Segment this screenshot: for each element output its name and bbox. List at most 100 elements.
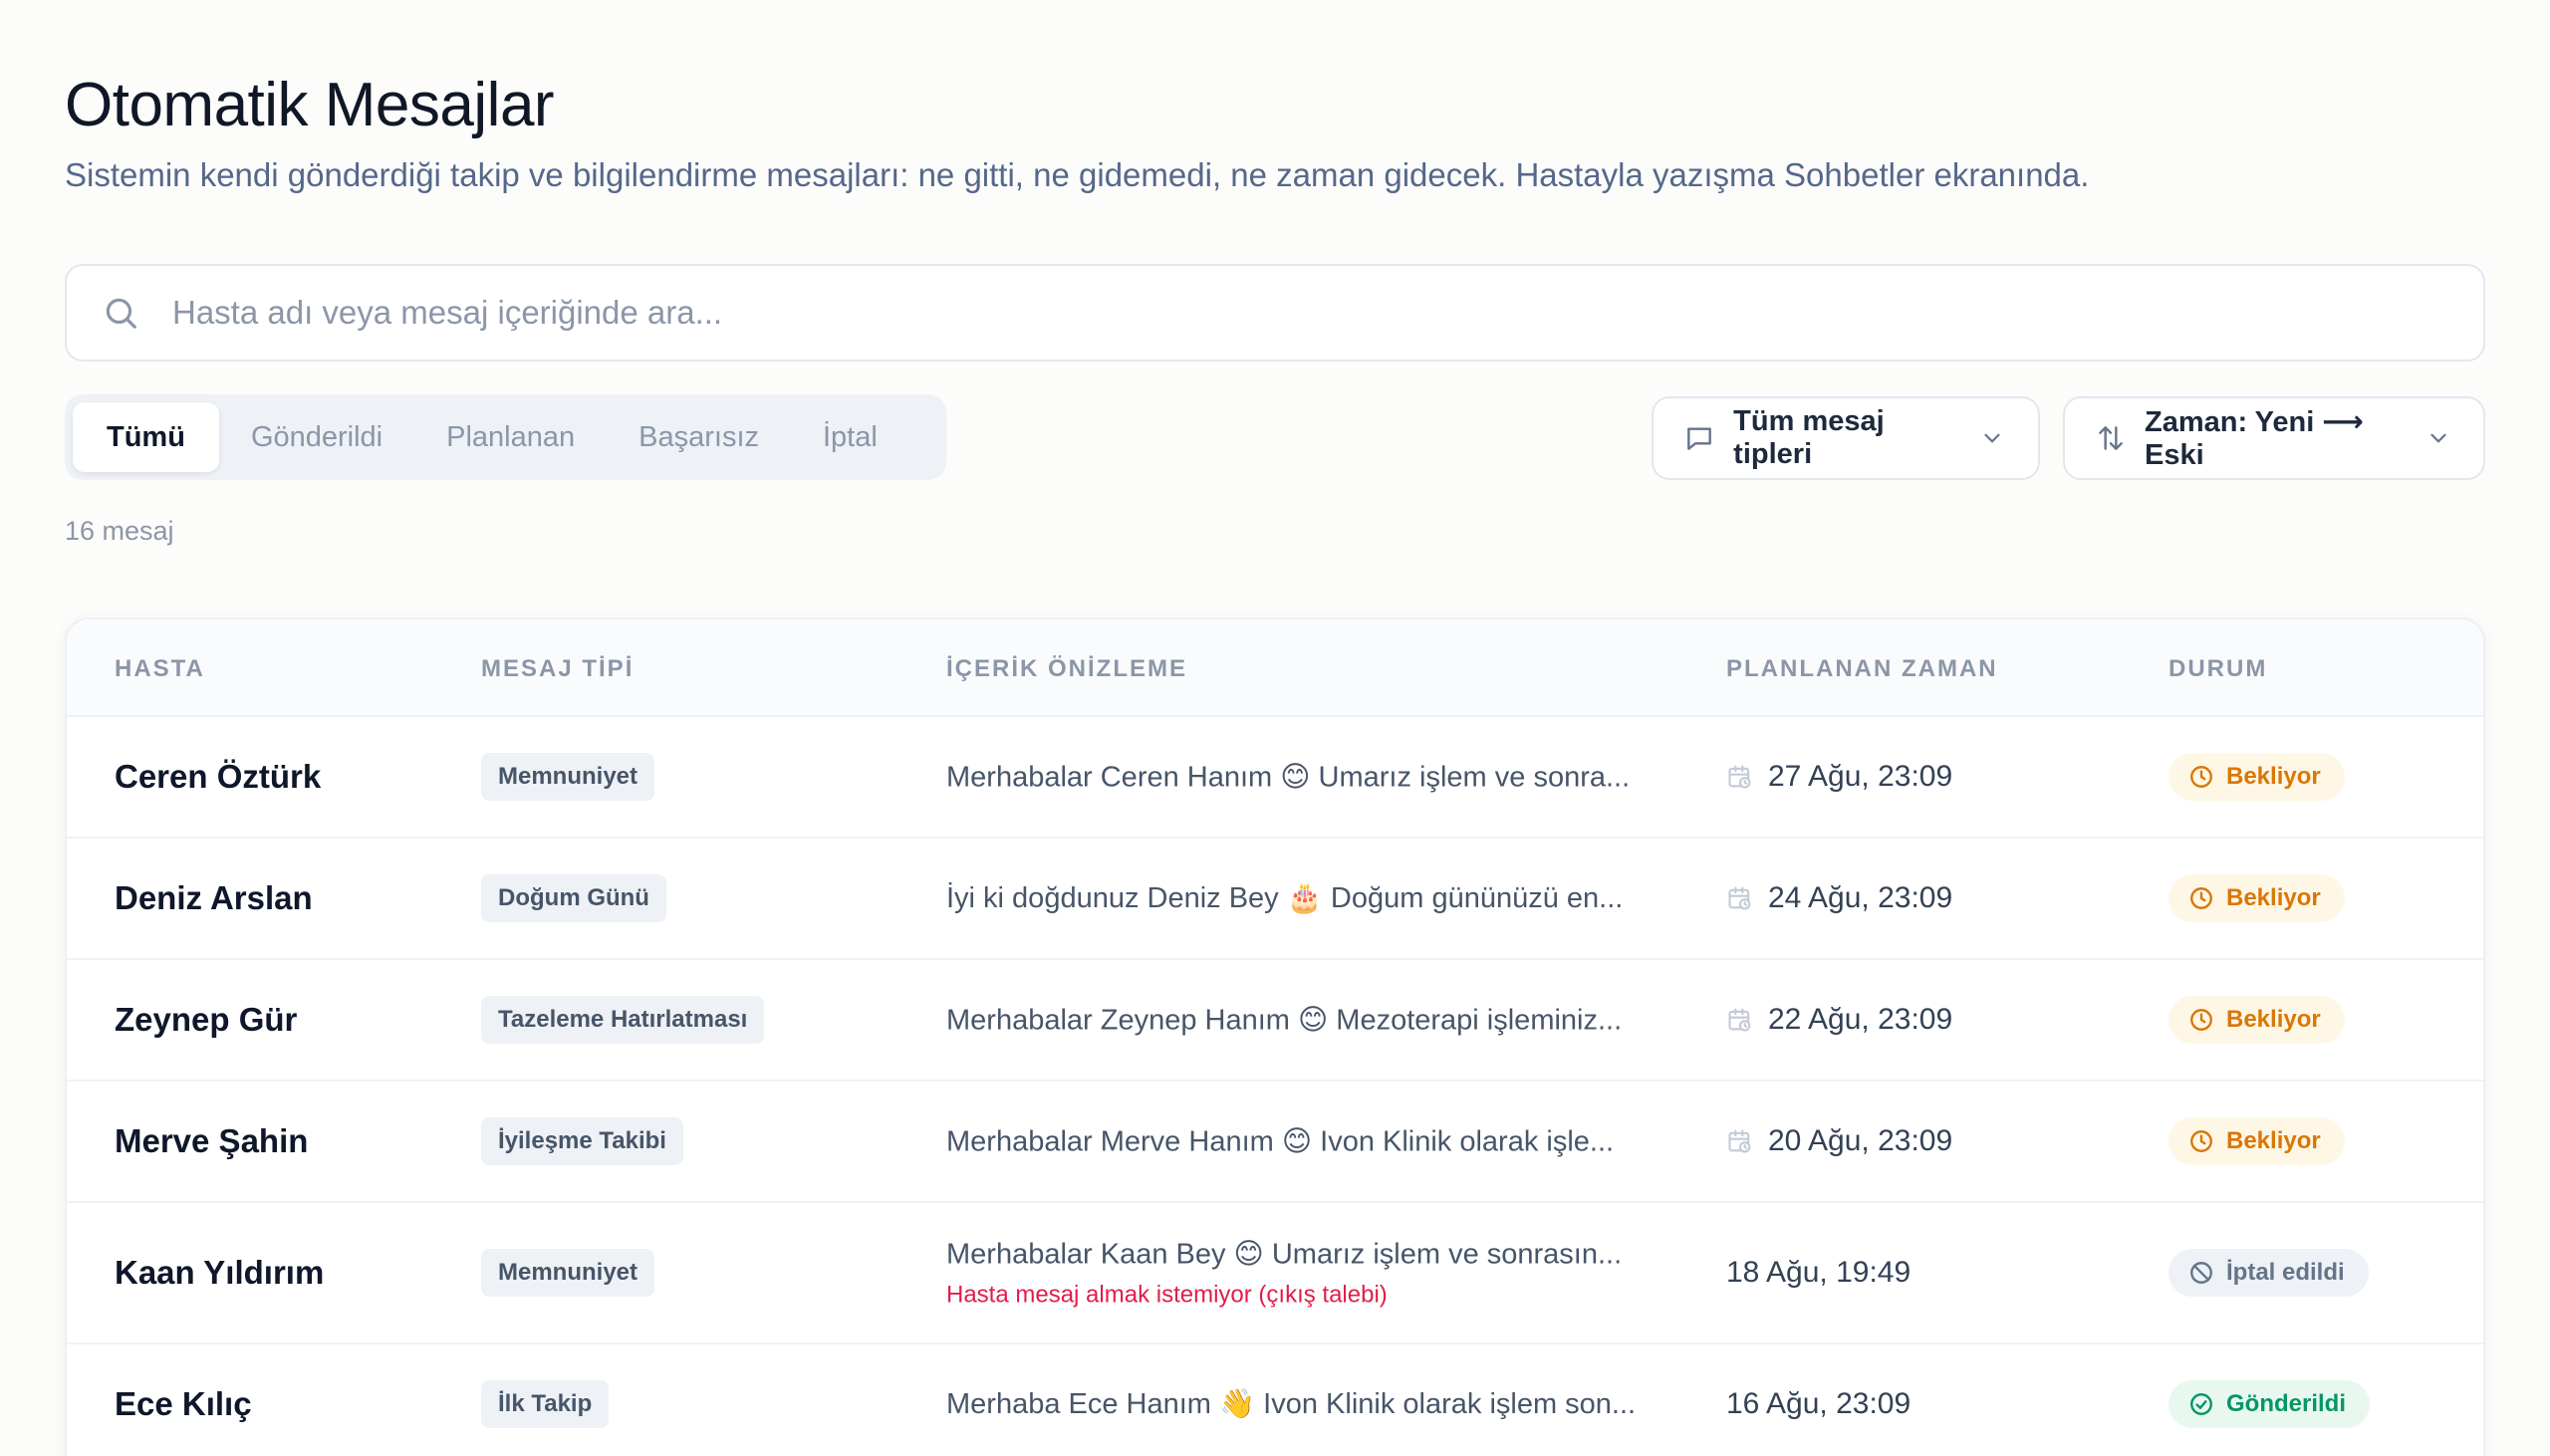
content-preview: Merhabalar Zeynep Hanım 😊 Mezoterapi işl…: [946, 1003, 1622, 1038]
planned-time-text: 24 Ağu, 23:09: [1768, 881, 1953, 914]
message-type: Memnuniyet: [481, 1249, 655, 1297]
table-row[interactable]: Ece Kılıç İlk Takip Merhaba Ece Hanım 👋 …: [67, 1344, 2483, 1456]
check-circle-icon: [2188, 1391, 2214, 1417]
message-type: İlk Takip: [481, 1380, 610, 1428]
status-label: Bekliyor: [2226, 1127, 2321, 1154]
status-cell: Bekliyor: [2168, 996, 2345, 1044]
planned-time-text: 27 Ağu, 23:09: [1768, 760, 1953, 793]
calendar-clock-icon: [1726, 1127, 1754, 1155]
calendar-clock-icon: [1726, 884, 1754, 912]
table-row[interactable]: Deniz Arslan Doğum Günü İyi ki doğdunuz …: [67, 839, 2483, 960]
planned-time-text: 16 Ağu, 23:09: [1726, 1387, 1912, 1420]
sort-dropdown[interactable]: Zaman: Yeni ⟶ Eski: [2063, 396, 2485, 480]
message-type-badge: Tazeleme Hatırlatması: [481, 996, 765, 1044]
header-status[interactable]: DURUM: [2168, 655, 2267, 683]
status-label: Bekliyor: [2226, 884, 2321, 911]
preview-text: Merhabalar Ceren Hanım 😊 Umarız işlem ve…: [946, 761, 1631, 794]
planned-time: 20 Ağu, 23:09: [1726, 1124, 1952, 1158]
planned-time: 16 Ağu, 23:09: [1726, 1387, 1911, 1421]
tab-cancelled[interactable]: İptal: [791, 402, 909, 472]
tab-planned[interactable]: Planlanan: [414, 402, 607, 472]
planned-time: 22 Ağu, 23:09: [1726, 1003, 1952, 1037]
status-cell: İptal edildi: [2168, 1249, 2369, 1297]
sort-arrows-icon: [2095, 421, 2127, 455]
clock-icon: [2188, 1007, 2214, 1033]
status-tabs: Tümü Gönderildi Planlanan Başarısız İpta…: [65, 394, 946, 480]
preview-text: Merhabalar Merve Hanım 😊 Ivon Klinik ola…: [946, 1125, 1615, 1158]
messages-table: HASTA MESAJ TİPİ İÇERİK ÖNİZLEME PLANLAN…: [65, 617, 2485, 1456]
tab-all[interactable]: Tümü: [73, 402, 219, 472]
tab-failed[interactable]: Başarısız: [607, 402, 791, 472]
status-cell: Bekliyor: [2168, 1117, 2345, 1165]
message-type-badge: Memnuniyet: [481, 1249, 655, 1297]
message-type-badge: Memnuniyet: [481, 753, 655, 801]
message-type-filter[interactable]: Tüm mesaj tipleri: [1652, 396, 2040, 480]
content-preview: Merhabalar Merve Hanım 😊 Ivon Klinik ola…: [946, 1124, 1614, 1159]
status-badge: Bekliyor: [2168, 996, 2345, 1044]
content-preview: Merhabalar Ceren Hanım 😊 Umarız işlem ve…: [946, 760, 1630, 795]
patient-name[interactable]: Deniz Arslan: [115, 879, 313, 917]
status-badge: İptal edildi: [2168, 1249, 2369, 1297]
header-planned-time[interactable]: PLANLANAN ZAMAN: [1726, 655, 1998, 683]
planned-time: 18 Ağu, 19:49: [1726, 1256, 1911, 1290]
message-square-icon: [1683, 421, 1715, 455]
sort-dropdown-label: Zaman: Yeni ⟶ Eski: [2145, 406, 2364, 471]
search-icon: [99, 291, 142, 335]
content-preview: Merhaba Ece Hanım 👋 Ivon Klinik olarak i…: [946, 1387, 1636, 1421]
status-badge: Bekliyor: [2168, 1117, 2345, 1165]
preview-text: Merhaba Ece Hanım 👋 Ivon Klinik olarak i…: [946, 1388, 1637, 1420]
preview-text: İyi ki doğdunuz Deniz Bey 🎂 Doğum gününü…: [946, 882, 1624, 914]
table-body: Ceren Öztürk Memnuniyet Merhabalar Ceren…: [67, 717, 2483, 1456]
status-label: Gönderildi: [2226, 1390, 2346, 1417]
preview-text: Merhabalar Zeynep Hanım 😊 Mezoterapi işl…: [946, 1004, 1623, 1037]
message-type: İyileşme Takibi: [481, 1117, 683, 1165]
patient-name[interactable]: Ece Kılıç: [115, 1385, 252, 1423]
message-type: Tazeleme Hatırlatması: [481, 996, 765, 1044]
status-cell: Gönderildi: [2168, 1380, 2370, 1428]
clock-icon: [2188, 885, 2214, 911]
calendar-clock-icon: [1726, 1006, 1754, 1034]
message-type: Doğum Günü: [481, 874, 666, 922]
header-message-type[interactable]: MESAJ TİPİ: [481, 655, 634, 683]
table-row[interactable]: Zeynep Gür Tazeleme Hatırlatması Merhaba…: [67, 960, 2483, 1082]
automatic-messages-page: Otomatik Mesajlar Sistemin kendi gönderd…: [0, 0, 2550, 1456]
chevron-down-icon: [1976, 421, 2008, 455]
table-row[interactable]: Ceren Öztürk Memnuniyet Merhabalar Ceren…: [67, 717, 2483, 839]
status-label: İptal edildi: [2226, 1259, 2345, 1286]
page-title: Otomatik Mesajlar: [65, 71, 555, 139]
search-bar[interactable]: [65, 264, 2485, 362]
status-cell: Bekliyor: [2168, 874, 2345, 922]
page-subtitle: Sistemin kendi gönderdiği takip ve bilgi…: [65, 156, 2090, 193]
search-input[interactable]: [172, 294, 2364, 332]
patient-name[interactable]: Merve Şahin: [115, 1122, 308, 1160]
status-cell: Bekliyor: [2168, 753, 2345, 801]
message-type-filter-label: Tüm mesaj tipleri: [1733, 405, 1885, 470]
message-type: Memnuniyet: [481, 753, 655, 801]
header-patient[interactable]: HASTA: [115, 655, 205, 683]
clock-icon: [2188, 764, 2214, 790]
message-count: 16 mesaj: [65, 516, 174, 546]
table-row[interactable]: Kaan Yıldırım Memnuniyet Merhabalar Kaan…: [67, 1203, 2483, 1344]
content-preview: İyi ki doğdunuz Deniz Bey 🎂 Doğum gününü…: [946, 881, 1623, 915]
chevron-down-icon: [2422, 421, 2453, 455]
header-content-preview[interactable]: İÇERİK ÖNİZLEME: [946, 655, 1187, 683]
planned-time: 24 Ağu, 23:09: [1726, 881, 1952, 915]
table-header: HASTA MESAJ TİPİ İÇERİK ÖNİZLEME PLANLAN…: [67, 619, 2483, 717]
content-preview: Merhabalar Kaan Bey 😊 Umarız işlem ve so…: [946, 1237, 1622, 1310]
status-badge: Bekliyor: [2168, 874, 2345, 922]
patient-name[interactable]: Ceren Öztürk: [115, 758, 321, 796]
clock-icon: [2188, 1128, 2214, 1154]
message-type-badge: İlk Takip: [481, 1380, 610, 1428]
cancel-reason-note: Hasta mesaj almak istemiyor (çıkış taleb…: [946, 1281, 1388, 1309]
tab-sent[interactable]: Gönderildi: [219, 402, 414, 472]
table-row[interactable]: Merve Şahin İyileşme Takibi Merhabalar M…: [67, 1082, 2483, 1203]
planned-time-text: 20 Ağu, 23:09: [1768, 1124, 1953, 1157]
message-type-badge: İyileşme Takibi: [481, 1117, 683, 1165]
status-badge: Bekliyor: [2168, 753, 2345, 801]
ban-icon: [2188, 1260, 2214, 1286]
planned-time-text: 22 Ağu, 23:09: [1768, 1003, 1953, 1036]
patient-name[interactable]: Kaan Yıldırım: [115, 1254, 324, 1292]
status-badge: Gönderildi: [2168, 1380, 2370, 1428]
patient-name[interactable]: Zeynep Gür: [115, 1001, 297, 1039]
preview-text: Merhabalar Kaan Bey 😊 Umarız işlem ve so…: [946, 1238, 1623, 1271]
